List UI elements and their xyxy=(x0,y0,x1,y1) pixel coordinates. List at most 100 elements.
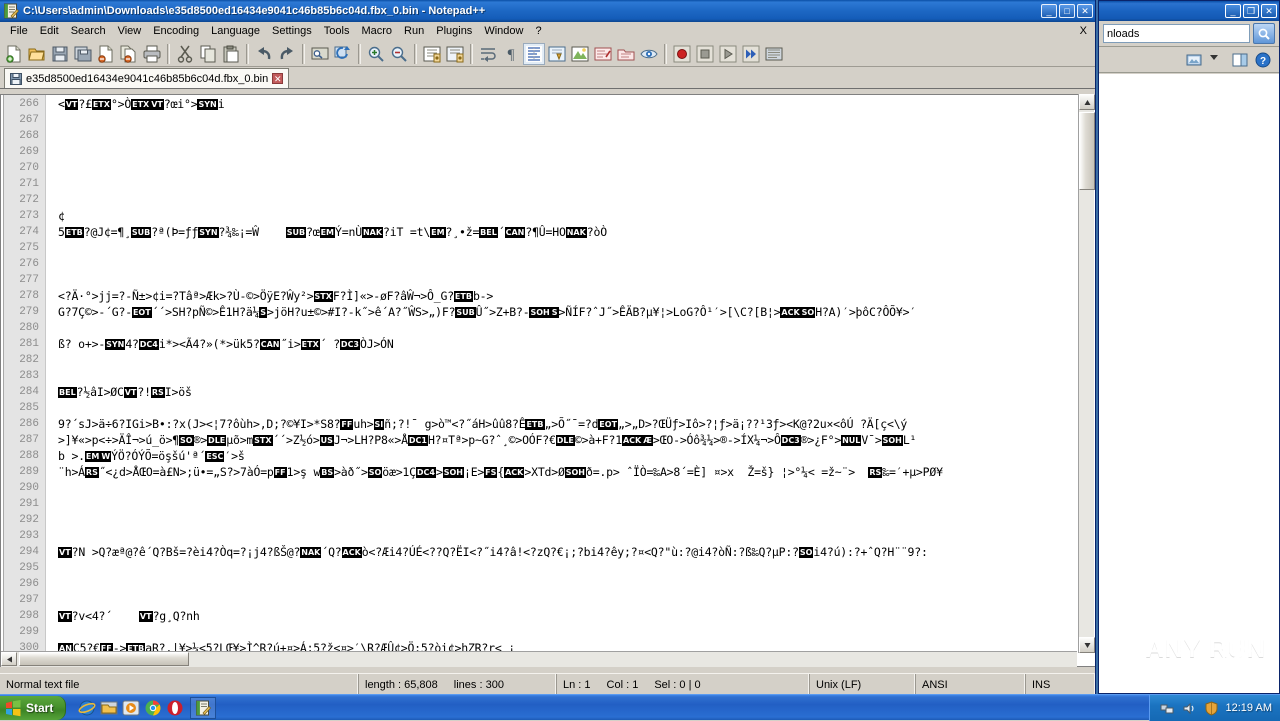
code-line[interactable]: ß? o+>-SYN4?DC4i*><Ã4?»(*>ük5?CAN˝i>ETX´… xyxy=(58,336,1095,352)
menu-item-macro[interactable]: Macro xyxy=(355,23,398,40)
menu-item-encoding[interactable]: Encoding xyxy=(147,23,205,40)
new-file-icon[interactable] xyxy=(3,43,25,65)
menu-item-language[interactable]: Language xyxy=(205,23,266,40)
code-line[interactable] xyxy=(58,192,1095,208)
code-line[interactable] xyxy=(58,576,1095,592)
views-icon[interactable] xyxy=(1186,52,1202,68)
code-line[interactable]: <VT?£ETX°>ÒETXVT?œi°>SYNi xyxy=(58,96,1095,112)
code-line[interactable]: VT?N >Q?æª@?ê´Q?Bš=?èi4?Òq=?¡j4?ßŠ@?NAK´… xyxy=(58,544,1095,560)
show-symbol-icon[interactable] xyxy=(546,43,568,65)
sync-scroll-vertical-icon[interactable] xyxy=(421,43,443,65)
code-line[interactable]: ¨h>ÁRS˝<¿d>ÅŒO=à£N>;ü•=„S?>7àÓ=pFF1>ş wB… xyxy=(58,464,1095,480)
maximize-button[interactable]: □ xyxy=(1059,4,1075,18)
close-all-icon[interactable] xyxy=(118,43,140,65)
close-document-button[interactable]: X xyxy=(1080,25,1087,37)
menu-item-edit[interactable]: Edit xyxy=(34,23,65,40)
minimize-button[interactable]: _ xyxy=(1041,4,1057,18)
network-icon[interactable] xyxy=(1160,701,1175,716)
scroll-down-arrow-icon[interactable] xyxy=(1079,637,1095,653)
function-list-icon[interactable] xyxy=(615,43,637,65)
menu-item-file[interactable]: File xyxy=(4,23,34,40)
code-line[interactable] xyxy=(58,144,1095,160)
start-record-macro-icon[interactable] xyxy=(671,43,693,65)
sync-scroll-horizontal-icon[interactable] xyxy=(444,43,466,65)
undo-icon[interactable] xyxy=(253,43,275,65)
cut-icon[interactable] xyxy=(174,43,196,65)
explorer-restore-button[interactable]: ❐ xyxy=(1243,4,1259,18)
stop-record-macro-icon[interactable] xyxy=(694,43,716,65)
shield-icon[interactable] xyxy=(1204,701,1219,716)
code-line[interactable] xyxy=(58,480,1095,496)
menu-item-plugins[interactable]: Plugins xyxy=(430,23,478,40)
code-line[interactable]: BEL?½âI>ØCVT?!RSI>öš xyxy=(58,384,1095,400)
code-line[interactable]: <?Ä·°>jj=?-Ñ±>¢i=?Tâª>Æk>?Ù-©>ÖÿE?Ŵy²>ST… xyxy=(58,288,1095,304)
code-line[interactable] xyxy=(58,512,1095,528)
scroll-left-arrow-icon[interactable] xyxy=(1,652,17,666)
title-bar[interactable]: C:\Users\admin\Downloads\e35d8500ed16434… xyxy=(0,0,1095,22)
scroll-up-arrow-icon[interactable] xyxy=(1079,94,1095,110)
code-line[interactable] xyxy=(58,400,1095,416)
code-line[interactable] xyxy=(58,176,1095,192)
code-line[interactable]: ¢ xyxy=(58,208,1095,224)
help-icon[interactable]: ? xyxy=(1255,52,1271,68)
redo-icon[interactable] xyxy=(276,43,298,65)
find-icon[interactable] xyxy=(309,43,331,65)
code-line[interactable]: 9?´sJ>ä÷6?IGi>B•:?x(J><¦7?ôùh>,D;?©¥I>*S… xyxy=(58,416,1095,432)
close-file-icon[interactable] xyxy=(95,43,117,65)
menu-item-help[interactable]: ? xyxy=(529,23,547,40)
code-line[interactable] xyxy=(58,496,1095,512)
explorer-close-button[interactable]: ✕ xyxy=(1261,4,1277,18)
code-line[interactable]: >]¥«>p<÷>ÄÎ¬>ú_ö>¶SO®>DLEµõ>mSTX´´>Z½ó>U… xyxy=(58,432,1095,448)
user-defined-dialog-icon[interactable] xyxy=(569,43,591,65)
save-icon[interactable] xyxy=(49,43,71,65)
indent-guide-icon[interactable] xyxy=(523,43,545,65)
menu-item-view[interactable]: View xyxy=(112,23,148,40)
show-all-chars-icon[interactable]: ¶ xyxy=(500,43,522,65)
menu-item-search[interactable]: Search xyxy=(65,23,112,40)
menu-item-settings[interactable]: Settings xyxy=(266,23,318,40)
editor-area[interactable]: 2662672682692702712722732742752762772782… xyxy=(0,94,1095,667)
code-line[interactable] xyxy=(58,592,1095,608)
taskbar-task-notepad-plus-plus[interactable] xyxy=(190,697,216,719)
opera-icon[interactable] xyxy=(166,699,184,717)
code-line[interactable] xyxy=(58,528,1095,544)
close-button[interactable]: ✕ xyxy=(1077,4,1093,18)
menu-item-run[interactable]: Run xyxy=(398,23,430,40)
code-line[interactable] xyxy=(58,112,1095,128)
word-wrap-icon[interactable] xyxy=(477,43,499,65)
document-map-icon[interactable] xyxy=(592,43,614,65)
vertical-scroll-thumb[interactable] xyxy=(1079,112,1095,190)
menu-item-window[interactable]: Window xyxy=(478,23,529,40)
explorer-address-input[interactable]: nloads xyxy=(1103,24,1250,43)
code-line[interactable] xyxy=(58,160,1095,176)
save-macro-icon[interactable] xyxy=(763,43,785,65)
media-player-icon[interactable] xyxy=(122,699,140,717)
code-line[interactable]: VT?v<4?´ VT?g¸Q?nh xyxy=(58,608,1095,624)
eye-monitoring-icon[interactable] xyxy=(638,43,660,65)
explorer-minimize-button[interactable]: _ xyxy=(1225,4,1241,18)
chrome-icon[interactable] xyxy=(144,699,162,717)
code-line[interactable]: b >.EMWÝÖ?ÓÝÕ=öşšú'ª´ESC′>š xyxy=(58,448,1095,464)
code-line[interactable] xyxy=(58,368,1095,384)
code-text-area[interactable]: <VT?£ETX°>ÒETXVT?œi°>SYNi ¢5ETB?@J¢=¶¸SU… xyxy=(46,95,1095,666)
code-line[interactable] xyxy=(58,560,1095,576)
zoom-in-icon[interactable] xyxy=(365,43,387,65)
chevron-down-icon[interactable] xyxy=(1209,52,1225,68)
code-line[interactable] xyxy=(58,272,1095,288)
menu-item-tools[interactable]: Tools xyxy=(318,23,356,40)
open-file-icon[interactable] xyxy=(26,43,48,65)
volume-icon[interactable] xyxy=(1182,701,1197,716)
code-line[interactable]: 5ETB?@J¢=¶¸SUB?ª(Þ=ƒƒSYN?¾‰¡=Ŵ SUB?œEMÝ=… xyxy=(58,224,1095,240)
code-line[interactable] xyxy=(58,352,1095,368)
organize-pane-icon[interactable] xyxy=(1232,52,1248,68)
clock[interactable]: 12:19 AM xyxy=(1226,702,1272,714)
file-explorer-icon[interactable] xyxy=(100,699,118,717)
horizontal-scroll-thumb[interactable] xyxy=(19,652,189,666)
tab-current-file[interactable]: e35d8500ed16434e9041c46b85b6c04d.fbx_0.b… xyxy=(4,68,289,88)
search-icon[interactable] xyxy=(1253,23,1275,44)
run-macro-multiple-icon[interactable] xyxy=(740,43,762,65)
paste-icon[interactable] xyxy=(220,43,242,65)
code-line[interactable] xyxy=(58,624,1095,640)
internet-explorer-icon[interactable] xyxy=(78,699,96,717)
replace-icon[interactable] xyxy=(332,43,354,65)
